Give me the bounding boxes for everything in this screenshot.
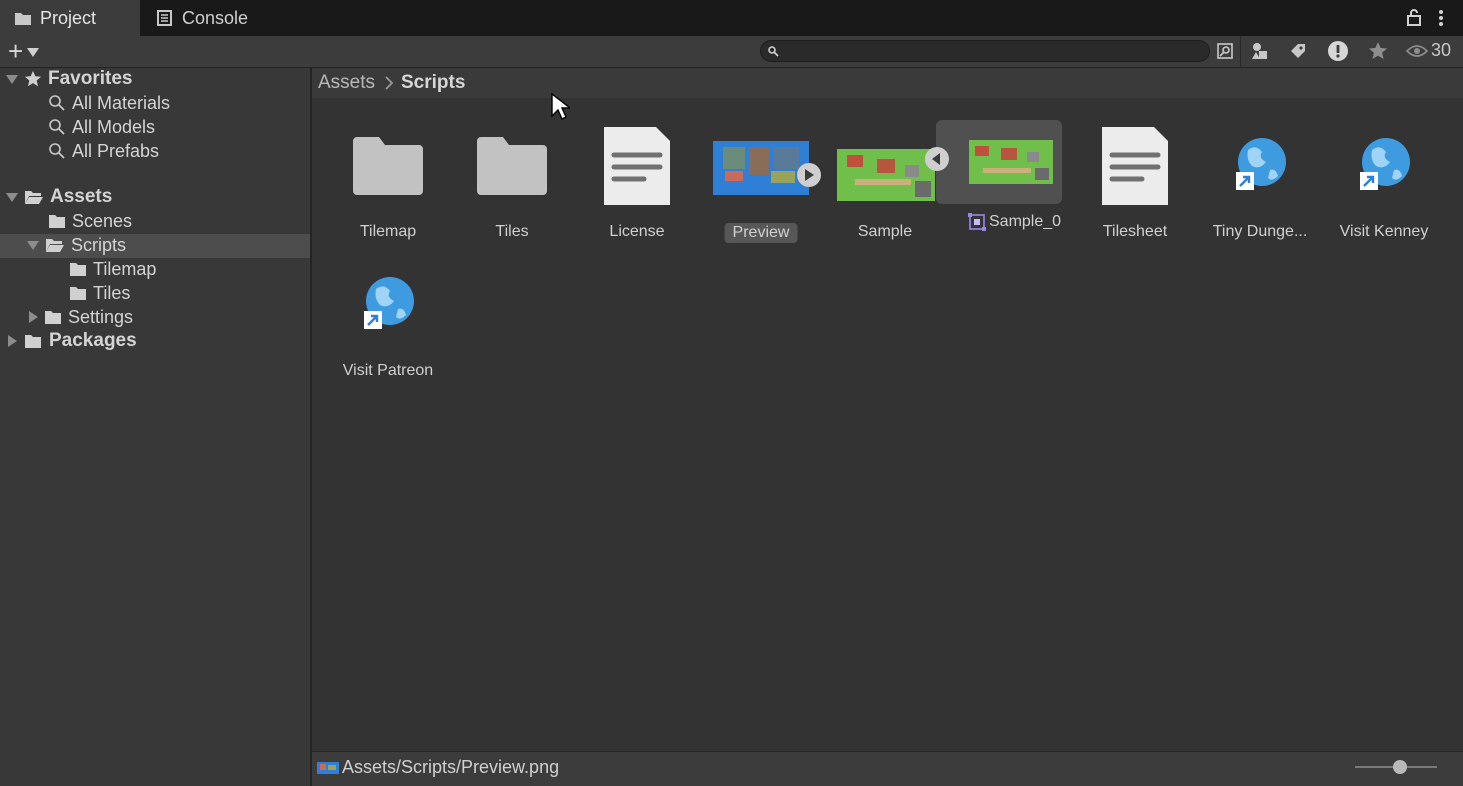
plus-icon: + bbox=[8, 35, 24, 66]
project-toolbar bbox=[0, 36, 1463, 68]
star-icon bbox=[1369, 42, 1387, 59]
breadcrumb bbox=[312, 68, 1463, 98]
breadcrumb-assets[interactable]: Assets bbox=[318, 72, 375, 94]
text-file-icon bbox=[577, 116, 697, 216]
mouse-cursor-icon bbox=[551, 92, 570, 120]
text-file-icon bbox=[1075, 116, 1195, 216]
expand-arrow-icon bbox=[6, 74, 18, 84]
hidden-packages-toggle[interactable]: 30 bbox=[1406, 40, 1451, 61]
collapse-arrow-icon bbox=[8, 335, 17, 347]
warning-icon bbox=[1328, 41, 1348, 61]
tree-item-assets[interactable]: Assets bbox=[6, 185, 112, 209]
tree-item-tilemap[interactable]: Tilemap bbox=[69, 257, 156, 281]
star-icon bbox=[24, 70, 42, 87]
tab-project[interactable]: Project bbox=[0, 0, 140, 36]
image-file-icon bbox=[317, 761, 339, 774]
asset-visit-patreon-link[interactable]: Visit Patreon bbox=[328, 255, 448, 385]
tree-item-scenes[interactable]: Scenes bbox=[48, 209, 132, 233]
lock-icon[interactable] bbox=[1406, 8, 1422, 31]
search-input[interactable] bbox=[760, 40, 1210, 62]
asset-sample-image[interactable]: Sample bbox=[825, 116, 945, 246]
globe-link-icon bbox=[1200, 116, 1320, 216]
folder-icon bbox=[70, 287, 86, 300]
eye-icon bbox=[1406, 44, 1428, 57]
search-icon bbox=[49, 119, 65, 135]
expand-arrow-icon bbox=[27, 240, 39, 250]
filter-by-label-button[interactable] bbox=[1283, 38, 1313, 64]
create-button[interactable]: + bbox=[8, 35, 40, 66]
tree-item-all-prefabs[interactable]: All Prefabs bbox=[48, 139, 159, 163]
folder-icon bbox=[328, 116, 448, 216]
zoom-slider-handle[interactable] bbox=[1393, 760, 1408, 774]
search-window-button[interactable] bbox=[1210, 38, 1240, 64]
tree-item-settings[interactable]: Settings bbox=[29, 305, 133, 329]
search-icon bbox=[49, 143, 65, 159]
tree-item-packages[interactable]: Packages bbox=[8, 329, 137, 353]
folder-icon bbox=[45, 311, 61, 324]
search-window-icon bbox=[1217, 43, 1233, 59]
breadcrumb-scripts[interactable]: Scripts bbox=[401, 72, 465, 94]
expand-arrow-icon bbox=[6, 192, 18, 202]
filter-by-type-button[interactable] bbox=[1245, 38, 1275, 64]
asset-tiny-dungeon-link[interactable]: Tiny Dunge... bbox=[1200, 116, 1320, 246]
open-folder-icon bbox=[46, 239, 64, 252]
tree-item-scripts[interactable]: Scripts bbox=[27, 233, 126, 257]
toolbar-divider bbox=[1240, 36, 1241, 68]
collapse-sprites-icon[interactable] bbox=[924, 146, 950, 172]
tag-icon bbox=[1291, 44, 1305, 58]
asset-tilesheet-text[interactable]: Tilesheet bbox=[1075, 116, 1195, 246]
selected-asset-path: Assets/Scripts/Preview.png bbox=[316, 757, 559, 778]
asset-tilemap-folder[interactable]: Tilemap bbox=[328, 116, 448, 246]
asset-sample-0-label: Sample_0 bbox=[968, 213, 1061, 231]
asset-sample-0-sprite[interactable] bbox=[925, 120, 1062, 204]
console-icon bbox=[157, 10, 172, 26]
chevron-right-icon bbox=[385, 76, 394, 90]
image-thumbnail bbox=[701, 116, 821, 216]
asset-license-text[interactable]: License bbox=[577, 116, 697, 246]
project-tree-panel bbox=[0, 68, 310, 786]
shapes-icon bbox=[1252, 43, 1267, 59]
folder-icon bbox=[25, 335, 41, 348]
favorite-button[interactable] bbox=[1363, 38, 1393, 64]
asset-visit-kenney-link[interactable]: Visit Kenney bbox=[1324, 116, 1444, 246]
import-log-button[interactable] bbox=[1323, 38, 1353, 64]
tree-item-tiles[interactable]: Tiles bbox=[69, 281, 130, 305]
tab-console[interactable]: Console bbox=[142, 0, 282, 36]
tree-item-favorites[interactable]: Favorites bbox=[6, 67, 132, 91]
more-menu-icon[interactable] bbox=[1436, 8, 1446, 33]
folder-icon bbox=[70, 263, 86, 276]
package-count: 30 bbox=[1431, 40, 1452, 60]
folder-icon bbox=[49, 215, 65, 228]
globe-link-icon bbox=[1324, 116, 1444, 216]
globe-link-icon bbox=[328, 255, 448, 355]
search-icon bbox=[49, 95, 65, 111]
sprite-icon bbox=[968, 213, 986, 231]
chevron-down-icon bbox=[27, 47, 40, 57]
asset-preview-image[interactable]: Preview bbox=[701, 116, 821, 246]
folder-icon bbox=[452, 116, 572, 216]
tab-project-label: Project bbox=[40, 7, 97, 28]
open-folder-icon bbox=[25, 191, 43, 204]
tree-item-all-materials[interactable]: All Materials bbox=[48, 91, 170, 115]
collapse-arrow-icon bbox=[29, 311, 38, 323]
asset-tiles-folder[interactable]: Tiles bbox=[452, 116, 572, 246]
folder-icon bbox=[15, 13, 31, 25]
search-icon bbox=[768, 46, 779, 57]
tab-console-label: Console bbox=[182, 7, 249, 28]
tree-item-all-models[interactable]: All Models bbox=[48, 115, 155, 139]
